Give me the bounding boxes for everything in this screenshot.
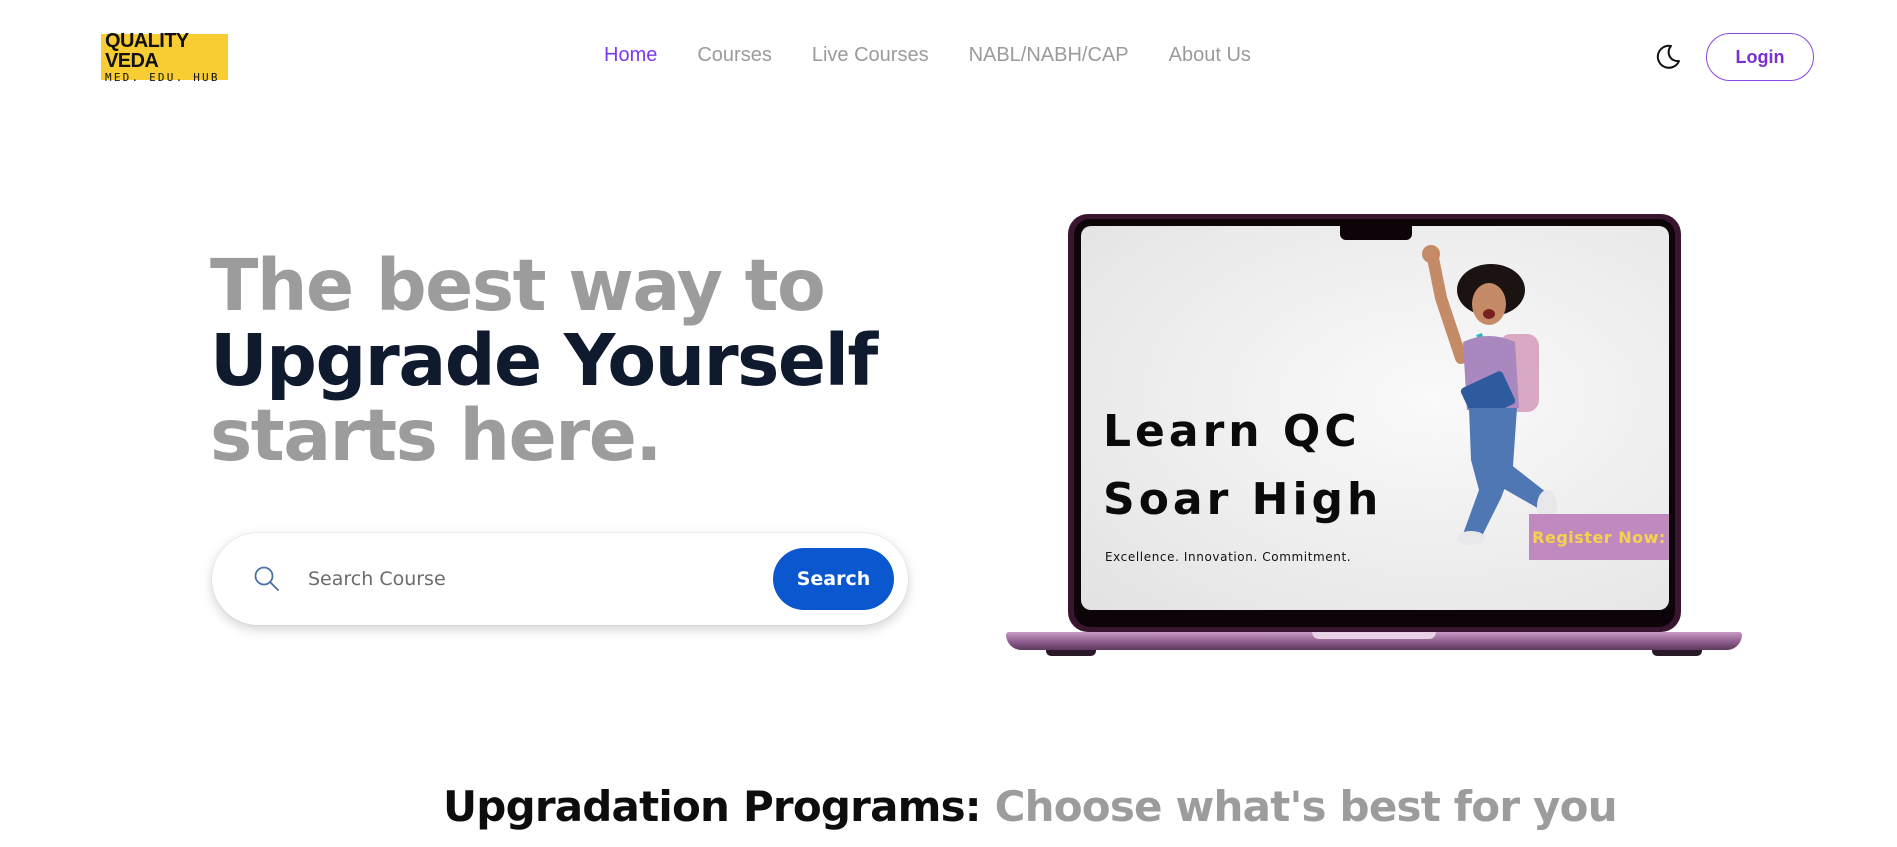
programs-heading: Upgradation Programs: Choose what's best… xyxy=(443,782,1618,831)
laptop-screen[interactable]: Learn QC Soar High Excellence. Innovatio… xyxy=(1081,226,1669,610)
login-button[interactable]: Login xyxy=(1706,33,1814,81)
banner-headline-2: Soar High xyxy=(1103,474,1383,525)
logo-subtitle: MED. EDU. HUB xyxy=(105,70,220,84)
nav-home[interactable]: Home xyxy=(604,44,657,67)
hero-laptop-banner: Learn QC Soar High Excellence. Innovatio… xyxy=(1006,214,1742,658)
hero-line-2: Upgrade Yourself xyxy=(210,319,878,402)
laptop-base xyxy=(1006,632,1742,650)
site-logo[interactable]: QUALITY VEDA MED. EDU. HUB xyxy=(101,29,228,84)
programs-subtitle: Choose what's best for you xyxy=(994,782,1618,831)
register-now-button[interactable]: Register Now: xyxy=(1529,514,1669,560)
hero-line-1: The best way to xyxy=(210,244,826,327)
laptop-groove xyxy=(1312,632,1436,639)
search-input[interactable] xyxy=(308,559,738,599)
main-nav: Home Courses Live Courses NABL/NABH/CAP … xyxy=(604,44,1251,67)
nav-nabl-nabh-cap[interactable]: NABL/NABH/CAP xyxy=(969,44,1129,67)
nav-about-us[interactable]: About Us xyxy=(1169,44,1251,67)
laptop-foot-left xyxy=(1046,650,1096,656)
banner-tagline: Excellence. Innovation. Commitment. xyxy=(1105,550,1352,564)
hero-heading: The best way to Upgrade Yourself starts … xyxy=(210,244,878,477)
hero-line-3: starts here. xyxy=(210,394,662,477)
logo-title: QUALITY VEDA xyxy=(105,29,189,72)
laptop-foot-right xyxy=(1652,650,1702,656)
nav-courses[interactable]: Courses xyxy=(697,44,771,67)
search-icon xyxy=(254,566,279,591)
banner-headline-1: Learn QC xyxy=(1103,406,1361,457)
search-button[interactable]: Search xyxy=(773,548,894,610)
nav-live-courses[interactable]: Live Courses xyxy=(812,44,929,67)
moon-icon[interactable] xyxy=(1652,42,1682,72)
search-bar: Search xyxy=(212,533,908,625)
programs-title: Upgradation Programs: xyxy=(443,782,982,831)
laptop-notch xyxy=(1340,226,1412,240)
